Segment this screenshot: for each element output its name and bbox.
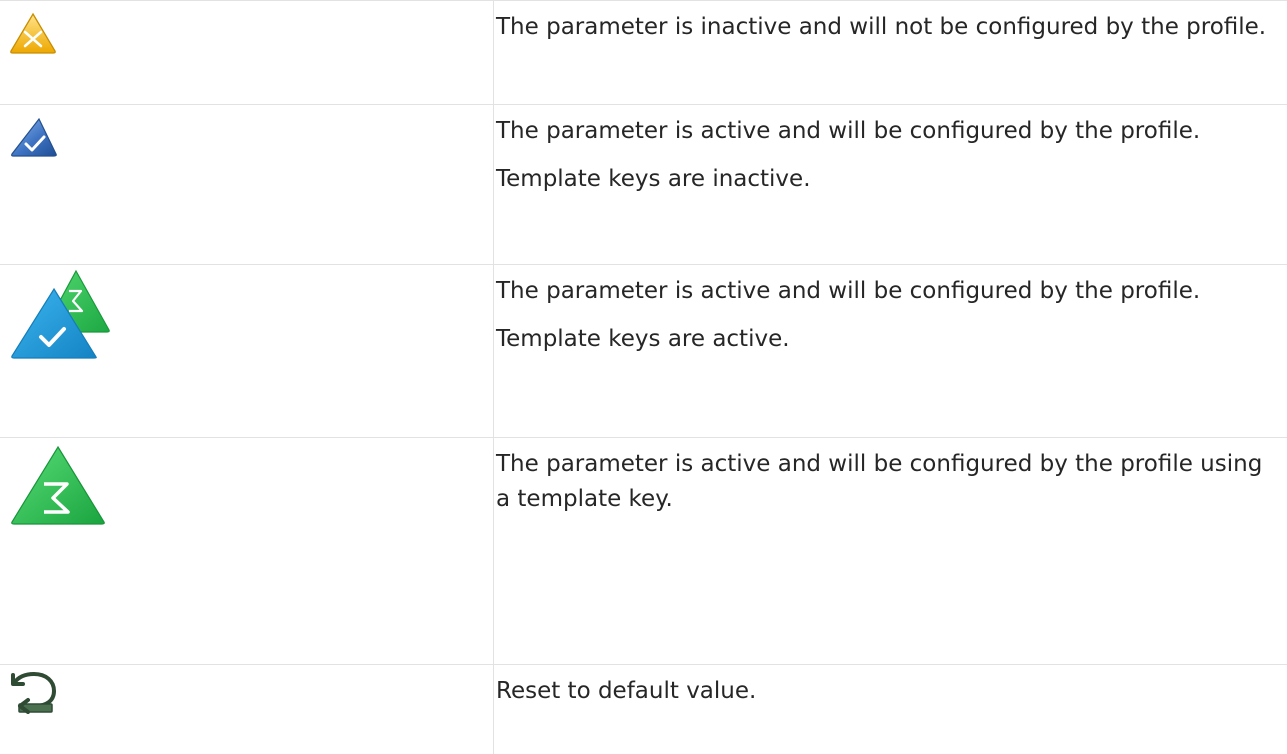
description-text: The parameter is active and will be conf… — [496, 114, 1279, 149]
description-text: The parameter is inactive and will not b… — [496, 10, 1279, 45]
description-text: The parameter is active and will be conf… — [496, 447, 1279, 517]
icon-legend-table: The parameter is inactive and will not b… — [0, 0, 1287, 754]
legend-row-template-key: The parameter is active and will be conf… — [0, 438, 1287, 665]
inactive-warning-x-icon — [9, 12, 493, 54]
template-key-sigma-icon — [10, 445, 493, 526]
legend-row-inactive: The parameter is inactive and will not b… — [0, 1, 1287, 105]
active-check-with-template-sigma-icon — [10, 269, 493, 359]
description-text: Reset to default value. — [496, 674, 1279, 709]
icon-cell — [0, 265, 494, 438]
description-text: Template keys are inactive. — [496, 162, 1279, 197]
description-cell: The parameter is active and will be conf… — [494, 105, 1287, 265]
legend-row-template-active: The parameter is active and will be conf… — [0, 265, 1287, 438]
description-cell: The parameter is active and will be conf… — [494, 438, 1287, 665]
icon-cell — [0, 665, 494, 754]
reset-default-icon — [10, 672, 493, 714]
icon-cell — [0, 1, 494, 105]
legend-row-reset: Reset to default value. — [0, 665, 1287, 754]
description-text: Template keys are active. — [496, 322, 1279, 357]
description-text: The parameter is active and will be conf… — [496, 274, 1279, 309]
icon-cell — [0, 438, 494, 665]
description-cell: Reset to default value. — [494, 665, 1287, 754]
description-cell: The parameter is active and will be conf… — [494, 265, 1287, 438]
icon-cell — [0, 105, 494, 265]
active-check-icon — [10, 117, 493, 157]
legend-row-active: The parameter is active and will be conf… — [0, 105, 1287, 265]
description-cell: The parameter is inactive and will not b… — [494, 1, 1287, 105]
